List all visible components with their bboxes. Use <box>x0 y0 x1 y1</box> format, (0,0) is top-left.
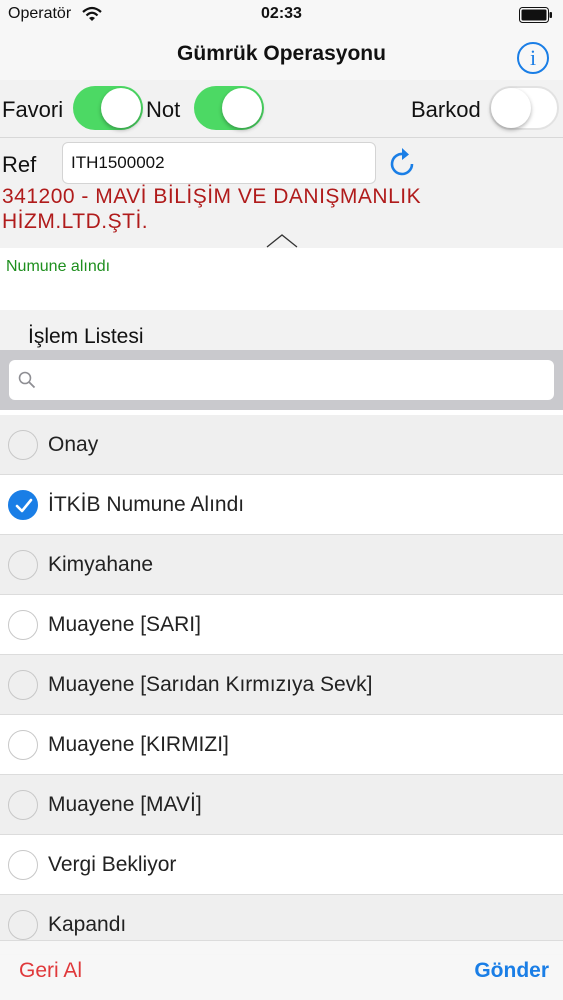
radio-icon[interactable] <box>8 850 38 880</box>
list-item[interactable]: Muayene [Sarıdan Kırmızıya Sevk] <box>0 655 563 715</box>
note-area[interactable]: Numune alındı <box>0 248 563 310</box>
reference-section: Ref ITH1500002 341200 - MAVİ BİLİŞİM VE … <box>0 138 563 248</box>
nav-bar: Gümrük Operasyonu i <box>0 30 563 80</box>
radio-icon[interactable] <box>8 610 38 640</box>
list-item-label: Vergi Bekliyor <box>48 853 177 876</box>
battery-icon <box>519 7 553 28</box>
note-text: Numune alındı <box>6 258 111 275</box>
radio-icon[interactable] <box>8 670 38 700</box>
list-item-label: Muayene [Sarıdan Kırmızıya Sevk] <box>48 673 373 696</box>
refresh-icon[interactable] <box>388 146 418 183</box>
list-item-label: İTKİB Numune Alındı <box>48 493 245 516</box>
barkod-switch[interactable] <box>489 86 559 130</box>
list-item[interactable]: Kimyahane <box>0 535 563 595</box>
list-item-label: Muayene [SARI] <box>48 613 201 636</box>
list-item[interactable]: Muayene [SARI] <box>0 595 563 655</box>
list-item[interactable]: Muayene [KIRMIZI] <box>0 715 563 775</box>
list-item-label: Kapandı <box>48 913 127 936</box>
operation-list: Onay İTKİB Numune Alındı Kimyahane Muayene … <box>0 415 563 955</box>
barkod-label: Barkod <box>411 97 481 122</box>
bottom-toolbar: Geri Al Gönder <box>0 940 563 1000</box>
toggle-bar: Favori Not Barkod <box>0 80 563 138</box>
operation-list-header: İşlem Listesi <box>0 310 563 350</box>
search-input[interactable] <box>9 360 554 400</box>
search-bar <box>0 350 563 410</box>
favori-label: Favori <box>2 97 64 122</box>
list-item[interactable]: Onay <box>0 415 563 475</box>
list-item-label: Kimyahane <box>48 553 154 576</box>
section-title: İşlem Listesi <box>28 325 144 348</box>
checkmark-icon[interactable] <box>8 490 38 520</box>
favori-switch[interactable] <box>73 86 143 130</box>
list-item[interactable]: Muayene [MAVİ] <box>0 775 563 835</box>
search-icon <box>18 371 36 394</box>
list-item-label: Onay <box>48 433 99 456</box>
list-item-label: Muayene [MAVİ] <box>48 793 202 816</box>
ref-input[interactable]: ITH1500002 <box>62 142 376 184</box>
page-title: Gümrük Operasyonu <box>177 42 386 65</box>
radio-icon[interactable] <box>8 550 38 580</box>
not-switch[interactable] <box>194 86 264 130</box>
list-item[interactable]: İTKİB Numune Alındı <box>0 475 563 535</box>
radio-icon[interactable] <box>8 910 38 940</box>
clock: 02:33 <box>261 5 302 22</box>
undo-button[interactable]: Geri Al <box>19 959 82 983</box>
not-label: Not <box>146 97 181 122</box>
status-bar: Operatör 02:33 <box>0 0 563 30</box>
info-icon[interactable]: i <box>517 42 549 74</box>
send-button[interactable]: Gönder <box>474 959 549 983</box>
ref-label: Ref <box>2 152 37 177</box>
radio-icon[interactable] <box>8 790 38 820</box>
company-name: 341200 - MAVİ BİLİŞİM VE DANIŞMANLIK HİZ… <box>2 185 422 233</box>
list-item-label: Muayene [KIRMIZI] <box>48 733 229 756</box>
radio-icon[interactable] <box>8 730 38 760</box>
list-item[interactable]: Vergi Bekliyor <box>0 835 563 895</box>
radio-icon[interactable] <box>8 430 38 460</box>
